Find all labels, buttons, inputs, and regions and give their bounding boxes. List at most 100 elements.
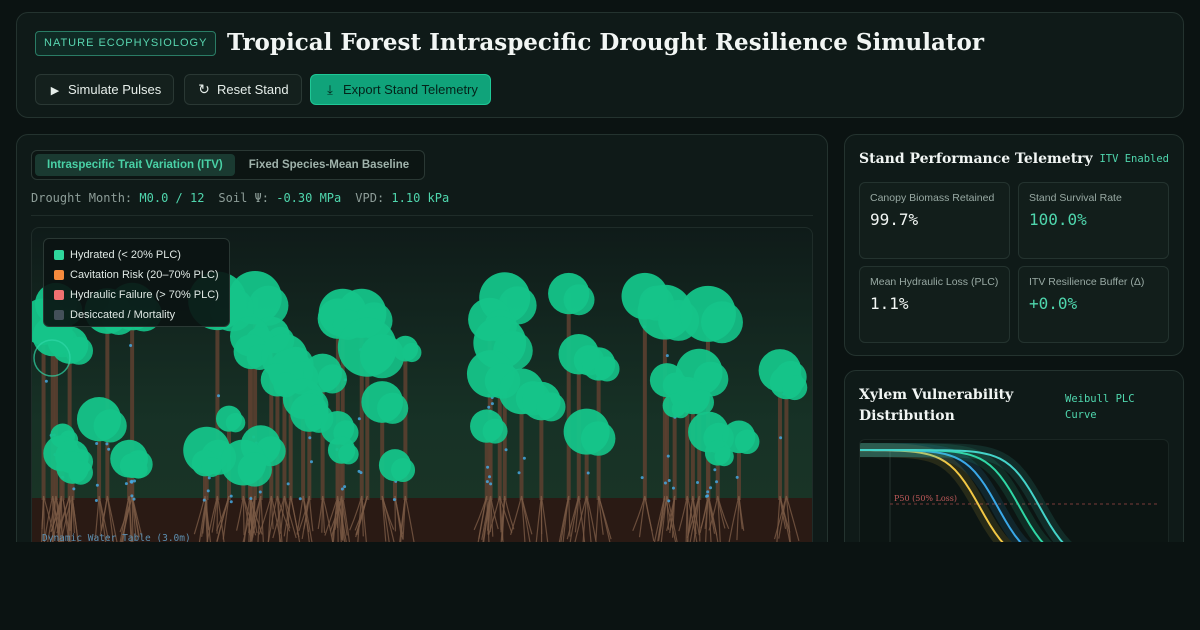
water-droplet [663, 481, 667, 485]
itv-status-badge: ITV Enabled [1099, 153, 1169, 165]
metric-card-survival: Stand Survival Rate 100.0% [1018, 182, 1169, 259]
metric-card-biomass: Canopy Biomass Retained 99.7% [859, 182, 1010, 259]
reset-stand-button[interactable]: ↻ Reset Stand [184, 74, 302, 105]
water-droplet [217, 394, 221, 398]
tree-canopy [580, 421, 616, 456]
tree-canopy [376, 392, 409, 424]
tree-canopy [594, 356, 620, 382]
water-droplet [107, 447, 111, 451]
water-droplet [72, 487, 76, 491]
water-table-label: Dynamic Water Table (3.0m) [42, 533, 191, 542]
water-droplet [340, 487, 344, 491]
viewport: NATURE ECOPHYSIOLOGY Tropical Forest Int… [0, 0, 1200, 542]
water-droplet [489, 482, 493, 486]
tree-canopy [338, 443, 359, 465]
water-droplet [130, 494, 134, 498]
app-frame: NATURE ECOPHYSIOLOGY Tropical Forest Int… [0, 0, 1200, 630]
water-droplet [298, 497, 302, 501]
water-droplet [706, 490, 710, 494]
export-telemetry-button[interactable]: ⤓ Export Stand Telemetry [310, 74, 491, 105]
water-droplet [504, 448, 508, 452]
divider [31, 215, 813, 216]
water-droplet [309, 460, 313, 464]
plc-curve-plot: P50 (50% Loss) [859, 439, 1169, 542]
water-droplet [715, 480, 719, 484]
tree-canopy [225, 412, 246, 433]
status-legend: Hydrated (< 20% PLC) Cavitation Risk (20… [43, 238, 230, 327]
forest-canvas[interactable]: Hydrated (< 20% PLC) Cavitation Risk (20… [31, 227, 813, 542]
metric-value: 100.0% [1029, 210, 1087, 229]
water-droplet [665, 354, 669, 358]
vpd-value: 1.10 kPa [391, 191, 450, 205]
water-droplet [667, 478, 671, 482]
metric-card-hydraulic-loss: Mean Hydraulic Loss (PLC) 1.1% [859, 266, 1010, 343]
tree-canopy [402, 342, 422, 363]
metric-label: ITV Resilience Buffer (Δ) [1029, 276, 1145, 288]
play-icon: ▶ [50, 85, 60, 97]
plc-curve-svg: P50 (50% Loss) [860, 443, 1160, 542]
water-droplet [359, 471, 363, 475]
metric-value: +0.0% [1029, 294, 1078, 313]
legend-swatch [54, 270, 64, 280]
metric-label: Canopy Biomass Retained [870, 192, 995, 204]
tree-canopy [734, 429, 760, 455]
metric-label: Stand Survival Rate [1029, 192, 1122, 204]
vpd-label: VPD: [355, 191, 385, 205]
export-telemetry-label: Export Stand Telemetry [343, 82, 478, 97]
water-droplet [105, 442, 109, 446]
water-droplet [129, 480, 133, 484]
tab-itv[interactable]: Intraspecific Trait Variation (ITV) [35, 154, 235, 176]
water-droplet [206, 489, 210, 493]
water-droplet [94, 498, 98, 502]
water-droplet [666, 454, 670, 458]
tree-trunk [50, 336, 55, 500]
water-droplet [709, 486, 713, 490]
legend-swatch [54, 290, 64, 300]
water-droplet [671, 486, 675, 490]
tree-canopy [93, 409, 127, 443]
simulate-pulses-button[interactable]: ▶ Simulate Pulses [35, 74, 175, 105]
water-droplet [487, 405, 491, 409]
water-droplet [696, 480, 700, 484]
water-droplet [490, 402, 494, 406]
tree-canopy [482, 418, 508, 444]
water-droplet [133, 479, 137, 483]
reset-stand-label: Reset Stand [217, 82, 289, 97]
legend-swatch [54, 250, 64, 260]
legend-label: Desiccated / Mortality [70, 309, 176, 321]
reset-icon: ↻ [198, 81, 210, 97]
water-droplet [286, 482, 290, 486]
tab-fixed-baseline[interactable]: Fixed Species-Mean Baseline [237, 154, 421, 176]
tree-trunk [784, 382, 789, 500]
legend-item-mortality: Desiccated / Mortality [54, 305, 219, 325]
metric-label: Mean Hydraulic Loss (PLC) [870, 276, 999, 288]
legend-item-failure: Hydraulic Failure (> 70% PLC) [54, 285, 219, 305]
tree-canopy [782, 375, 808, 401]
water-droplet [258, 490, 262, 494]
water-droplet [517, 471, 521, 475]
water-droplet [713, 468, 717, 472]
tree-canopy [671, 400, 690, 419]
water-droplet [229, 494, 233, 498]
telemetry-panel: Stand Performance Telemetry ITV Enabled … [844, 134, 1184, 356]
tree-canopy [688, 389, 714, 416]
water-droplet [485, 480, 489, 484]
water-droplet [640, 476, 644, 480]
telemetry-title: Stand Performance Telemetry [859, 151, 1093, 167]
water-droplet [44, 379, 48, 383]
tree-canopy [714, 446, 734, 467]
water-droplet [95, 483, 99, 487]
weibull-tag: Weibull PLC Curve [1065, 393, 1135, 421]
metric-card-resilience: ITV Resilience Buffer (Δ) +0.0% [1018, 266, 1169, 343]
tree-canopy [237, 452, 272, 487]
soil-label: Soil Ψ: [218, 191, 269, 205]
metric-value: 1.1% [870, 294, 909, 313]
water-droplet [343, 485, 347, 489]
legend-label: Hydrated (< 20% PLC) [70, 249, 181, 261]
water-droplet [392, 498, 396, 502]
page-title: Tropical Forest Intraspecific Drought Re… [227, 29, 984, 56]
water-droplet [202, 498, 206, 502]
simulate-pulses-label: Simulate Pulses [68, 82, 162, 97]
tree-canopy [536, 392, 566, 422]
water-droplet [357, 417, 361, 421]
